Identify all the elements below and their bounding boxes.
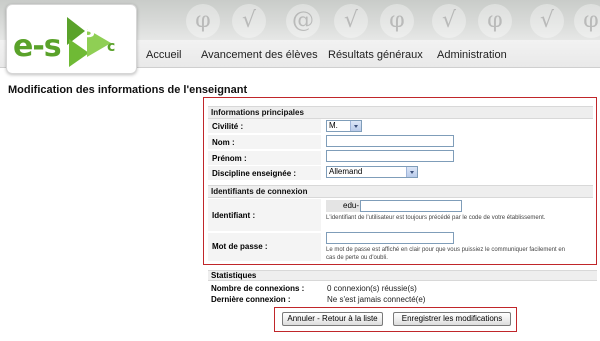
page-title: Modification des informations de l'ensei…: [8, 84, 248, 96]
section-stats: Statistiques: [208, 270, 597, 281]
civilite-label: Civilité :: [212, 122, 244, 131]
prenom-label: Prénom :: [212, 154, 247, 163]
password-label: Mot de passe :: [212, 242, 268, 251]
connexions-value: 0 connexion(s) réussie(s): [327, 284, 417, 293]
last-connexion-label: Dernière connexion :: [211, 295, 291, 304]
civilite-value: M.: [329, 121, 338, 130]
section-login: Identifiants de connexion: [208, 185, 593, 198]
identifiant-hint: L'identifiant de l'utilisateur est toujo…: [326, 215, 546, 221]
logo-triangle-icon: 3 c: [67, 17, 115, 67]
prenom-input[interactable]: [326, 150, 454, 162]
identifiant-input[interactable]: [360, 200, 462, 212]
discipline-value: Allemand: [329, 167, 363, 176]
chevron-down-icon: [406, 167, 417, 177]
phi-symbol-icon: φ: [186, 4, 220, 38]
sqrt-symbol-icon: √: [232, 4, 266, 38]
sqrt-symbol-icon: √: [530, 4, 564, 38]
discipline-label: Discipline enseignée :: [212, 169, 297, 178]
sqrt-symbol-icon: √: [334, 4, 368, 38]
civilite-select[interactable]: M.: [326, 120, 362, 132]
identifiant-prefix: edu-: [326, 200, 360, 212]
header: φ √ @ √ φ √ φ √ φ Accueil Avancement des…: [0, 0, 600, 74]
identifiant-label: Identifiant :: [212, 211, 256, 220]
logo[interactable]: e-s 3 c: [6, 4, 137, 74]
sqrt-symbol-icon: √: [432, 4, 466, 38]
password-hint: Le mot de passe est affiché en clair pou…: [326, 247, 566, 261]
password-input[interactable]: [326, 232, 454, 244]
phi-symbol-icon: φ: [478, 4, 512, 38]
nom-input[interactable]: [326, 135, 454, 147]
at-symbol-icon: @: [286, 4, 320, 38]
last-connexion-value: Ne s'est jamais connecté(e): [327, 295, 426, 304]
chevron-down-icon: [350, 121, 361, 131]
cancel-button[interactable]: Annuler - Retour à la liste: [282, 312, 383, 326]
logo-letter: c: [107, 39, 115, 55]
nav-item-avancement[interactable]: Avancement des élèves: [201, 48, 318, 62]
save-button[interactable]: Enregistrer les modifications: [393, 312, 511, 326]
logo-digit: 3: [83, 21, 96, 42]
nav-item-accueil[interactable]: Accueil: [146, 48, 181, 62]
nav-item-resultats[interactable]: Résultats généraux: [328, 48, 423, 62]
discipline-select[interactable]: Allemand: [326, 166, 418, 178]
phi-symbol-icon: φ: [574, 4, 600, 38]
nav-item-administration[interactable]: Administration: [437, 48, 507, 62]
logo-text: e-s: [13, 29, 62, 64]
phi-symbol-icon: φ: [380, 4, 414, 38]
nom-label: Nom :: [212, 138, 235, 147]
connexions-label: Nombre de connexions :: [211, 284, 305, 293]
section-main-info: Informations principales: [208, 106, 593, 119]
